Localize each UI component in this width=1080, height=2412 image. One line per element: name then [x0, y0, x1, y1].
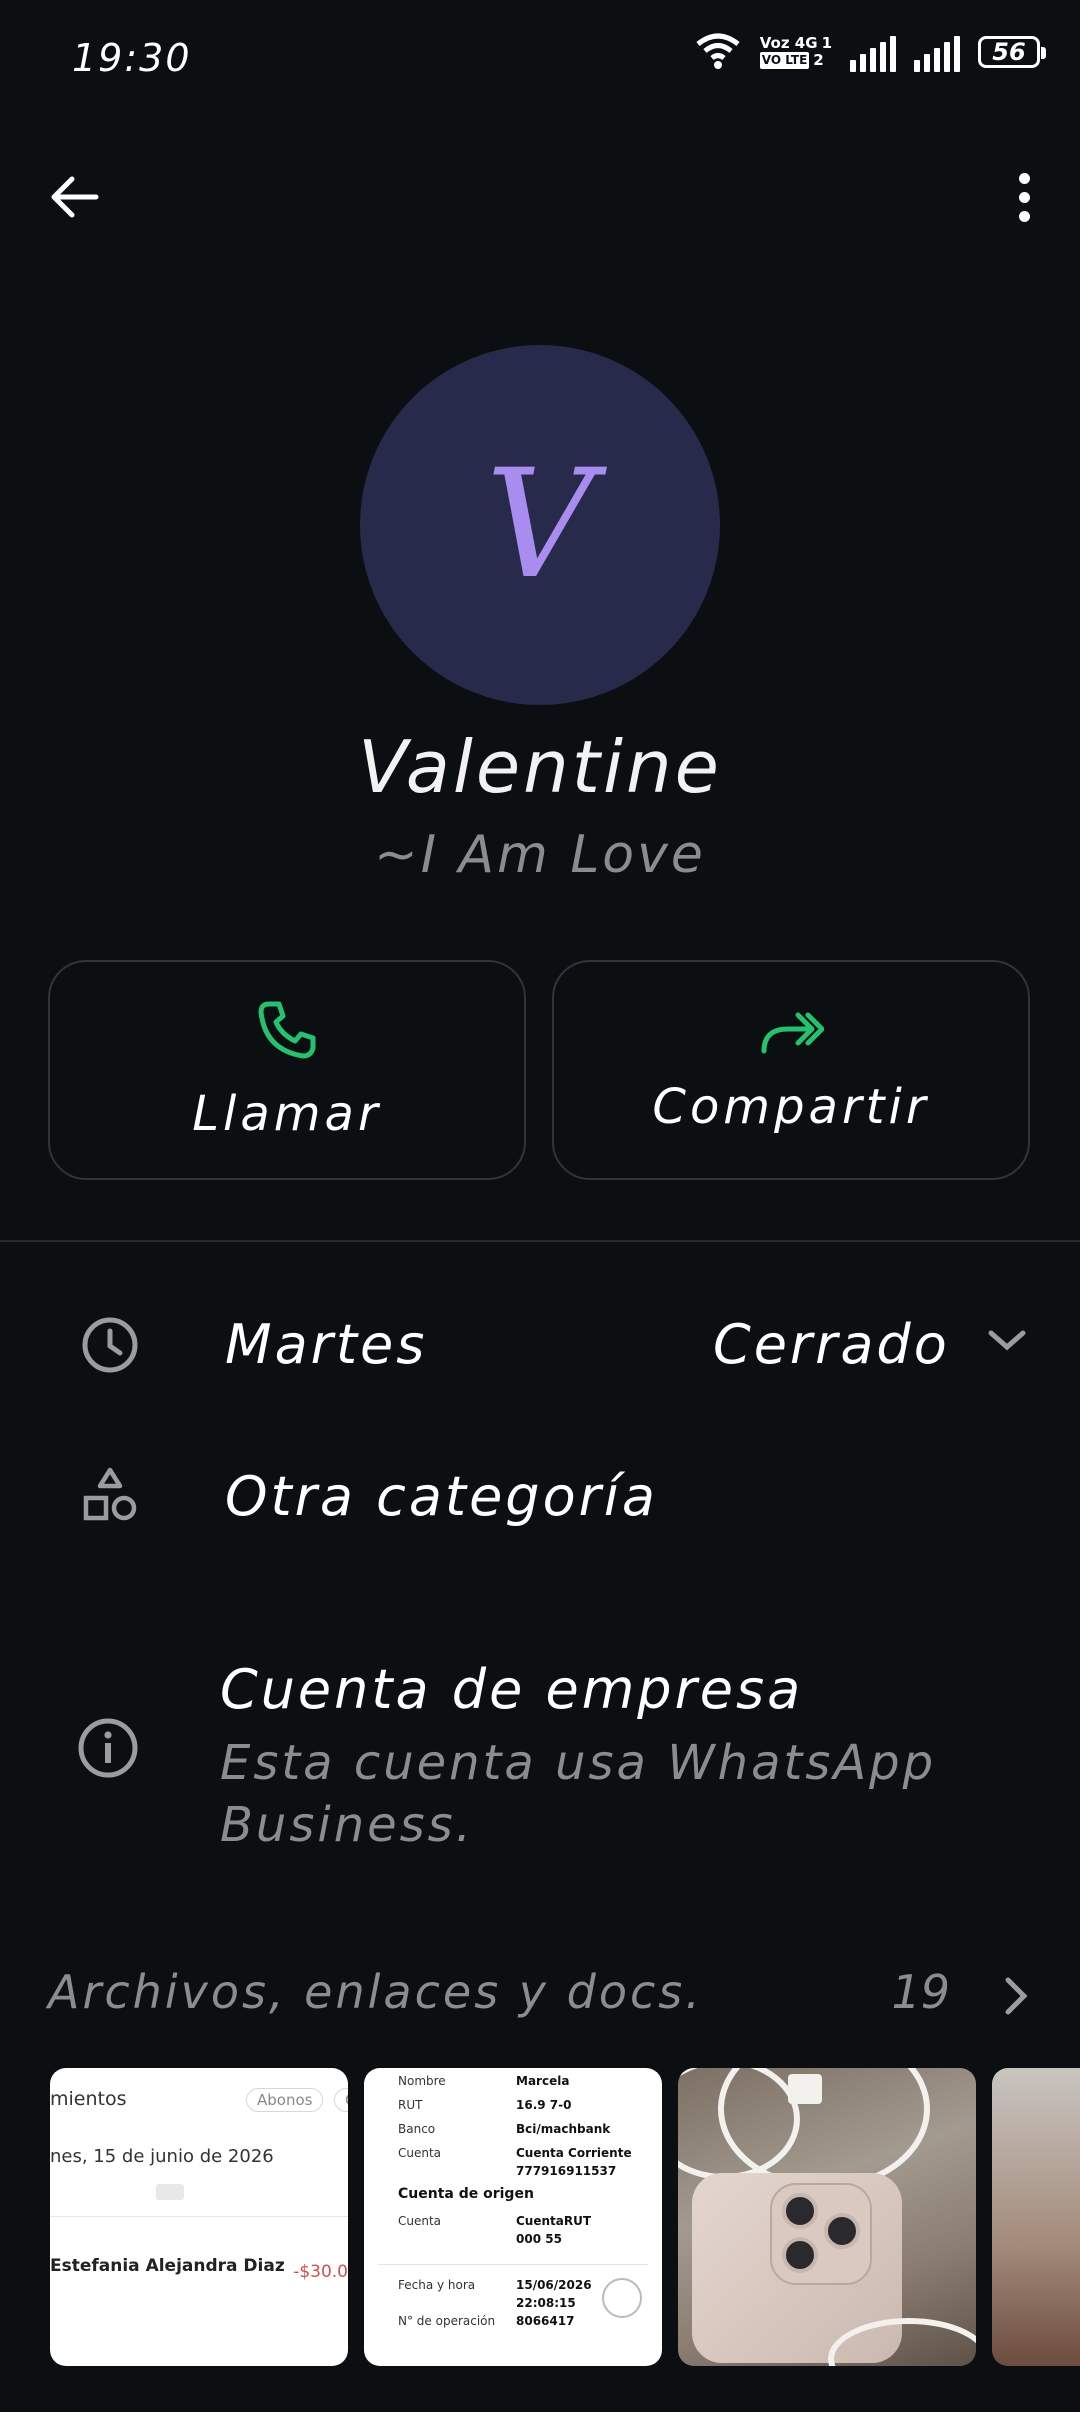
- more-options-button[interactable]: [996, 165, 1052, 229]
- arrow-left-icon: [51, 176, 99, 218]
- section-divider: [0, 1240, 1080, 1242]
- thumb1-amount: -$30.0: [293, 2262, 348, 2282]
- business-subtitle-line1: Esta cuenta usa WhatsApp: [220, 1735, 937, 1791]
- thumb2-value: Marcela: [516, 2074, 570, 2088]
- thumb2-value: 777916911537: [516, 2164, 617, 2178]
- call-button-label: Llamar: [192, 1086, 382, 1142]
- thumb1-pill-2: C: [334, 2088, 348, 2112]
- hours-day: Martes: [225, 1313, 428, 1376]
- media-thumbnail-1[interactable]: mientos Abonos C nes, 15 de junio de 202…: [50, 2068, 348, 2366]
- sim-indicators: Voz 4G 1 VO LTE 2: [759, 34, 832, 69]
- status-icons: Voz 4G 1 VO LTE 2 56: [694, 30, 1046, 74]
- thumb2-key: Banco: [398, 2122, 436, 2136]
- category-row: Otra categoría: [0, 1440, 1080, 1550]
- info-icon: [68, 1708, 148, 1788]
- thumb2-key: RUT: [398, 2098, 423, 2112]
- chevron-down-icon[interactable]: [985, 1325, 1029, 1359]
- thumb2-key: N° de operación: [398, 2314, 496, 2328]
- status-time: 19:30: [72, 36, 192, 80]
- thumb2-section: Cuenta de origen: [398, 2186, 534, 2202]
- forward-icon: [761, 1012, 824, 1054]
- thumb1-header: mientos: [50, 2088, 127, 2110]
- thumb2-key: Nombre: [398, 2074, 446, 2088]
- call-button[interactable]: Llamar: [48, 960, 526, 1180]
- thumb2-key: Cuenta: [398, 2146, 442, 2160]
- business-hours-row[interactable]: Martes Cerrado: [0, 1285, 1080, 1405]
- thumb2-key: Fecha y hora: [398, 2278, 476, 2292]
- sim2-number: 2: [813, 51, 824, 69]
- media-count[interactable]: 19: [891, 1965, 950, 2019]
- back-button[interactable]: [42, 165, 106, 229]
- media-section-title[interactable]: Archivos, enlaces y docs.: [48, 1965, 703, 2019]
- category-label: Otra categoría: [225, 1465, 658, 1528]
- chevron-right-icon[interactable]: [990, 1968, 1040, 2024]
- contact-name: Valentine: [358, 725, 722, 809]
- thumb2-value: 15/06/2026: [516, 2278, 592, 2292]
- stamp-icon: [602, 2278, 642, 2318]
- sim2-label: VO LTE: [759, 52, 810, 69]
- camera-module: [770, 2183, 872, 2285]
- media-thumbnail-4[interactable]: [992, 2068, 1080, 2366]
- wifi-icon: [694, 30, 742, 74]
- avatar-letter: V: [485, 438, 595, 612]
- media-thumbnail-3[interactable]: [678, 2068, 976, 2366]
- thumb1-pill-abonos: Abonos: [246, 2088, 324, 2112]
- thumb2-value: CuentaRUT: [516, 2214, 592, 2228]
- phone-icon: [258, 1001, 316, 1059]
- thumb2-key: Cuenta: [398, 2214, 442, 2228]
- clock-icon: [70, 1305, 150, 1385]
- battery-icon: 56: [978, 36, 1046, 68]
- thumb2-value: 22:08:15: [516, 2296, 576, 2310]
- thumb1-name: Estefania Alejandra Diaz: [50, 2256, 285, 2276]
- avatar[interactable]: V: [360, 345, 720, 705]
- signal-icon-sim1: [850, 32, 896, 72]
- shapes-icon: [70, 1456, 150, 1536]
- media-thumbnail-2[interactable]: Nombre Marcela RUT 16.9 7-0 Banco Bci/ma…: [364, 2068, 662, 2366]
- thumb2-value: 16.9 7-0: [516, 2098, 572, 2112]
- share-button[interactable]: Compartir: [552, 960, 1030, 1180]
- thumb1-date: nes, 15 de junio de 2026: [50, 2146, 274, 2167]
- hours-status: Cerrado: [713, 1313, 950, 1376]
- sim1-number: 1: [821, 34, 832, 52]
- business-subtitle-line2: Business.: [220, 1797, 474, 1853]
- share-button-label: Compartir: [652, 1079, 930, 1135]
- contact-about: ~I Am Love: [374, 825, 706, 885]
- thumb2-value: 8066417: [516, 2314, 575, 2328]
- business-title: Cuenta de empresa: [220, 1658, 804, 1721]
- signal-icon-sim2: [914, 32, 960, 72]
- thumb2-value: Bci/machbank: [516, 2122, 611, 2136]
- sim1-label: Voz 4G: [759, 34, 818, 52]
- battery-level: 56: [992, 38, 1026, 66]
- business-account-row: Cuenta de empresa Esta cuenta usa WhatsA…: [0, 1640, 1080, 1860]
- thumb2-value: Cuenta Corriente: [516, 2146, 632, 2160]
- thumb2-value: 000 55: [516, 2232, 562, 2246]
